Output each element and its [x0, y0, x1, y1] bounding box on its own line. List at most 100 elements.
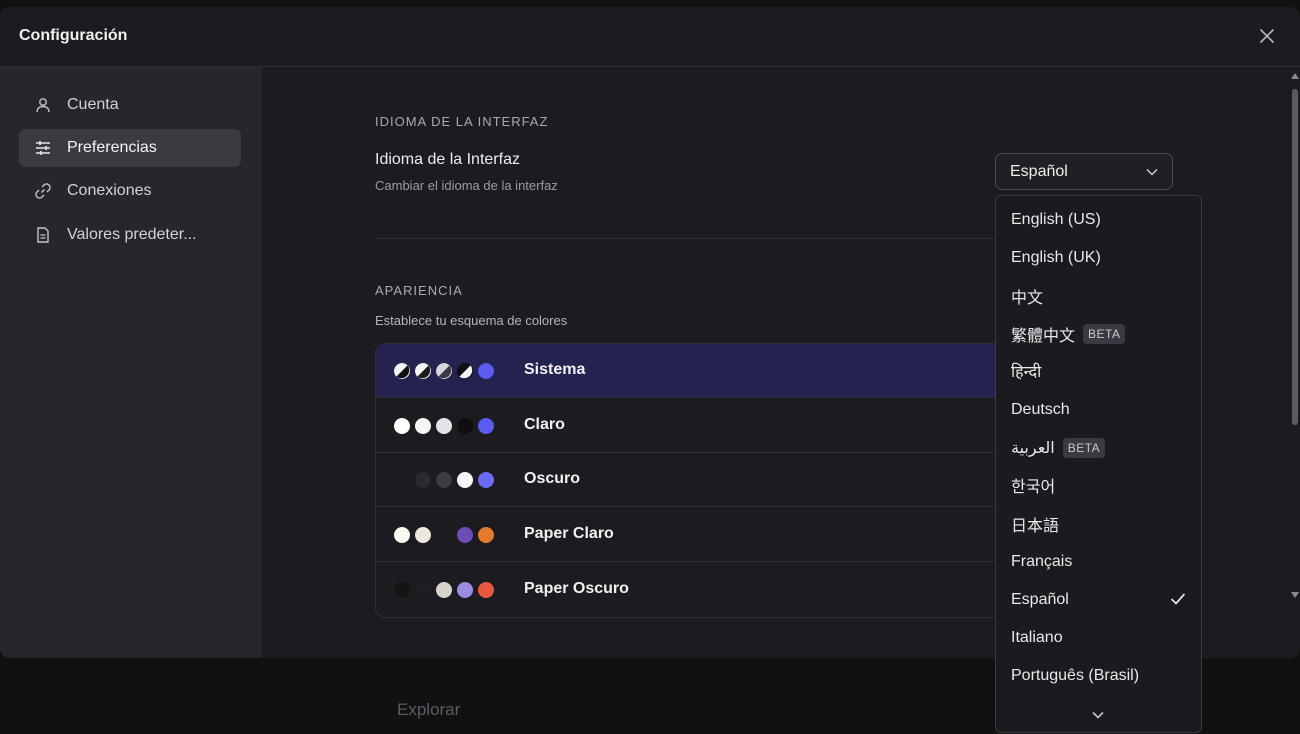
language-setting-description: Cambiar el idioma de la interfaz	[375, 178, 558, 193]
option-label: Español	[1011, 591, 1069, 608]
swatch	[478, 418, 494, 434]
theme-name: Paper Oscuro	[524, 580, 629, 597]
swatch	[394, 418, 410, 434]
link-icon	[33, 181, 53, 201]
option-label: 日本語	[1011, 518, 1060, 535]
language-option-chinese-traditional[interactable]: 繁體中文 BETA	[996, 316, 1201, 352]
swatch	[415, 527, 431, 543]
background-explore-label: Explorar	[397, 700, 461, 719]
swatch	[436, 418, 452, 434]
sidebar-item-cuenta[interactable]: Cuenta	[19, 86, 241, 124]
theme-swatches	[394, 527, 504, 543]
sidebar-item-conexiones[interactable]: Conexiones	[19, 172, 241, 210]
swatch	[457, 527, 473, 543]
swatch	[394, 582, 410, 598]
settings-sidebar: Cuenta Preferencias Conexiones Valores p…	[0, 67, 262, 658]
language-option-japanese[interactable]: 日本語	[996, 506, 1201, 542]
theme-option-claro[interactable]: Claro	[376, 399, 1014, 453]
sidebar-item-label: Cuenta	[67, 96, 119, 113]
swatch	[394, 472, 410, 488]
theme-swatches	[394, 418, 504, 434]
theme-swatches	[394, 582, 504, 598]
theme-name: Oscuro	[524, 470, 581, 487]
language-option-hindi[interactable]: हिन्दी	[996, 353, 1201, 389]
section-divider	[375, 238, 995, 239]
sidebar-item-label: Conexiones	[67, 182, 152, 199]
theme-swatches	[394, 363, 504, 379]
option-label: Deutsch	[1011, 401, 1070, 418]
option-label: Français	[1011, 553, 1073, 570]
scroll-up-arrow-icon[interactable]	[1291, 73, 1299, 79]
language-setting-title: Idioma de la Interfaz	[375, 151, 520, 168]
language-option-arabic[interactable]: العربية BETA	[996, 430, 1201, 466]
theme-option-paper-claro[interactable]: Paper Claro	[376, 508, 1014, 562]
close-button[interactable]	[1256, 25, 1278, 47]
theme-list: Sistema Claro Oscuro Paper Claro Paper O…	[375, 343, 1015, 618]
chevron-down-icon	[1146, 168, 1158, 176]
appearance-description: Establece tu esquema de colores	[375, 313, 568, 328]
sidebar-item-label: Valores predeter...	[67, 226, 197, 243]
swatch	[436, 527, 452, 543]
theme-name: Sistema	[524, 361, 586, 378]
swatch	[394, 363, 410, 379]
language-option-chinese-simplified[interactable]: 中文	[996, 278, 1201, 314]
swatch	[457, 582, 473, 598]
option-label: 中文	[1011, 290, 1044, 307]
option-label: 繁體中文	[1011, 328, 1076, 345]
language-option-francais[interactable]: Français	[996, 544, 1201, 580]
close-icon	[1260, 29, 1274, 43]
swatch	[478, 363, 494, 379]
language-dropdown-menu: English (US) English (UK) 中文 繁體中文 BETA हि…	[995, 195, 1202, 733]
language-option-english-us[interactable]: English (US)	[996, 202, 1201, 238]
language-option-english-uk[interactable]: English (UK)	[996, 240, 1201, 276]
swatch	[415, 418, 431, 434]
language-option-korean[interactable]: 한국어	[996, 467, 1201, 503]
swatch	[457, 472, 473, 488]
language-select[interactable]: Español	[995, 153, 1173, 190]
user-icon	[33, 95, 53, 115]
option-label: हिन्दी	[1011, 364, 1042, 381]
swatch	[457, 363, 473, 379]
theme-name: Paper Claro	[524, 525, 614, 542]
language-option-deutsch[interactable]: Deutsch	[996, 392, 1201, 428]
language-select-value: Español	[1010, 162, 1068, 180]
swatch	[478, 472, 494, 488]
option-label: العربية	[1011, 440, 1055, 457]
swatch	[436, 582, 452, 598]
scroll-down-arrow-icon[interactable]	[1291, 592, 1299, 598]
beta-badge: BETA	[1062, 438, 1106, 458]
theme-option-oscuro[interactable]: Oscuro	[376, 453, 1014, 507]
beta-badge: BETA	[1083, 324, 1126, 344]
modal-title: Configuración	[19, 27, 128, 44]
swatch	[415, 472, 431, 488]
theme-option-paper-oscuro[interactable]: Paper Oscuro	[376, 563, 1014, 617]
theme-name: Claro	[524, 416, 565, 433]
language-option-espanol[interactable]: Español	[996, 582, 1201, 618]
language-option-portugues-brasil[interactable]: Português (Brasil)	[996, 658, 1201, 694]
chevron-down-icon[interactable]	[1092, 711, 1104, 719]
theme-option-sistema[interactable]: Sistema	[376, 344, 1014, 398]
scrollbar-thumb[interactable]	[1292, 89, 1298, 425]
option-label: Italiano	[1011, 629, 1063, 646]
sidebar-item-valores-predeterminados[interactable]: Valores predeter...	[19, 216, 241, 254]
sliders-icon	[33, 138, 53, 158]
swatch	[436, 363, 452, 379]
sidebar-item-label: Preferencias	[67, 139, 157, 156]
option-label: English (UK)	[1011, 249, 1101, 266]
option-label: English (US)	[1011, 211, 1101, 228]
swatch	[457, 418, 473, 434]
option-label: 한국어	[1011, 479, 1056, 496]
language-option-italiano[interactable]: Italiano	[996, 620, 1201, 656]
swatch	[415, 363, 431, 379]
swatch	[478, 582, 494, 598]
appearance-section-label: APARIENCIA	[375, 283, 463, 298]
language-section-label: IDIOMA DE LA INTERFAZ	[375, 114, 549, 129]
theme-swatches	[394, 472, 504, 488]
swatch	[394, 527, 410, 543]
swatch	[436, 472, 452, 488]
option-label: Português (Brasil)	[1011, 667, 1140, 684]
document-icon	[33, 225, 53, 245]
sidebar-item-preferencias[interactable]: Preferencias	[19, 129, 241, 167]
check-icon	[1171, 593, 1185, 605]
swatch	[478, 527, 494, 543]
